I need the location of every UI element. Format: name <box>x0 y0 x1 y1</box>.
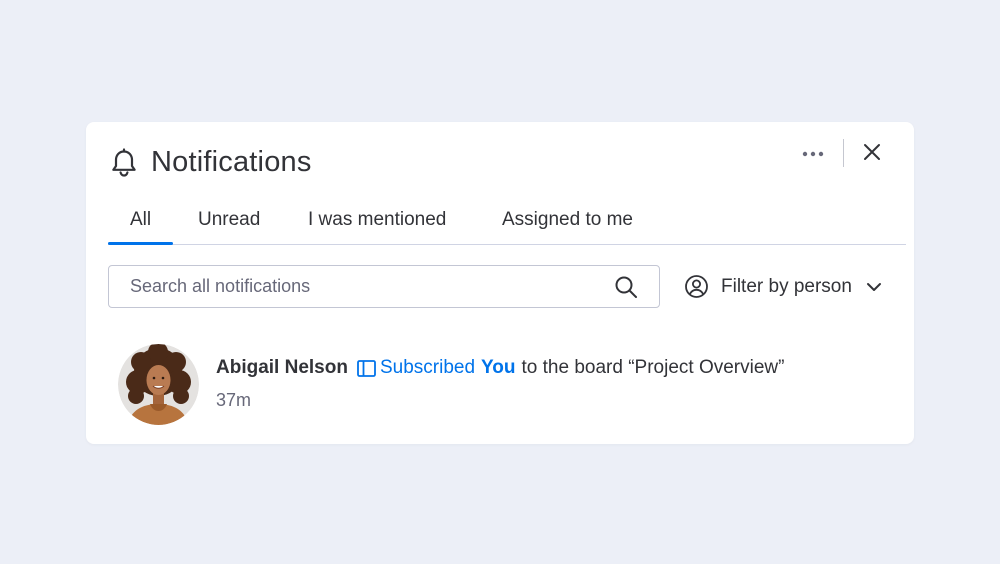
notification-author[interactable]: Abigail Nelson <box>216 357 348 379</box>
tab-all[interactable]: All <box>107 209 174 245</box>
notification-action: Subscribed <box>379 357 476 378</box>
search-icon[interactable] <box>614 275 638 299</box>
page-title: Notifications <box>151 146 312 178</box>
notification-target: You <box>481 357 516 378</box>
notification-message: to the board “Project Overview” <box>521 357 785 378</box>
notifications-panel: Notifications All Unread I was mentioned… <box>86 122 914 444</box>
tab-unread[interactable]: Unread <box>198 209 260 243</box>
person-icon <box>685 275 708 298</box>
more-icon <box>802 151 824 157</box>
bell-icon <box>112 147 136 177</box>
header-divider <box>843 139 844 167</box>
close-button[interactable] <box>860 140 884 164</box>
notification-item[interactable]: Abigail Nelson Subscribed You to the boa… <box>118 344 878 426</box>
notification-text: Abigail Nelson Subscribed You to the boa… <box>216 357 784 379</box>
more-options-button[interactable] <box>798 142 828 166</box>
search-input[interactable] <box>109 266 599 307</box>
tab-bar: All Unread I was mentioned Assigned to m… <box>107 204 906 245</box>
notification-time: 37m <box>216 390 252 410</box>
chevron-down-icon <box>866 282 881 291</box>
filter-label: Filter by person <box>721 275 852 297</box>
board-icon <box>357 359 376 377</box>
filter-by-person-dropdown[interactable]: Filter by person <box>684 274 882 299</box>
search-box <box>108 265 660 308</box>
close-icon <box>864 144 880 160</box>
avatar[interactable] <box>118 344 199 425</box>
tab-assigned-to-me[interactable]: Assigned to me <box>502 209 633 243</box>
panel-header: Notifications <box>110 146 312 179</box>
tab-i-was-mentioned[interactable]: I was mentioned <box>308 209 446 243</box>
